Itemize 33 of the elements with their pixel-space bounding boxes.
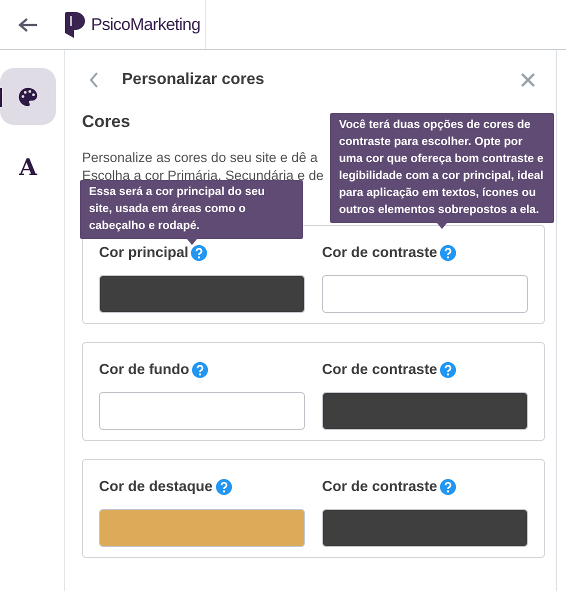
section-title: Cores (82, 112, 130, 132)
color-swatch[interactable] (322, 392, 528, 430)
help-icon[interactable] (440, 479, 456, 495)
color-swatch[interactable] (322, 275, 528, 313)
panel-title: Personalizar cores (122, 71, 264, 89)
field-label: Cor de contraste (322, 245, 438, 261)
typography-button[interactable]: A (0, 139, 56, 196)
logo-icon (65, 12, 85, 38)
description-text: Personalize as cores do seu site e dê a (82, 149, 318, 167)
help-icon[interactable] (191, 245, 208, 261)
help-icon[interactable] (216, 479, 232, 495)
field-label: Cor de destaque (99, 479, 213, 495)
back-arrow-icon[interactable] (18, 16, 38, 32)
field-label: Cor principal (99, 245, 188, 261)
palette-button[interactable] (0, 68, 56, 125)
back-chevron-icon[interactable] (89, 72, 99, 88)
help-icon[interactable] (440, 362, 456, 378)
palette-icon (17, 86, 39, 108)
color-swatch[interactable] (99, 509, 305, 547)
field-label: Cor de contraste (322, 362, 438, 378)
field-label: Cor de fundo (99, 362, 190, 378)
brand-name: PsicoMarketing (91, 14, 200, 34)
help-icon[interactable] (440, 245, 456, 261)
tooltip-pointer-icon (437, 223, 447, 229)
color-swatch[interactable] (99, 275, 305, 313)
color-swatch[interactable] (322, 509, 528, 547)
help-icon[interactable] (192, 362, 208, 378)
tooltip: Essa será a cor principal do seu site, usada em áreas como o cabeçalho e rodapé. (80, 180, 303, 239)
color-swatch[interactable] (99, 392, 305, 430)
tooltip: Você terá duas opções de cores de contraste para escolher. Opte por uma cor que ofereça bom contraste e legibilidade com a cor principal, ideal para aplicação em textos, ícones ou outros elementos sobrepostos a ela. (330, 113, 554, 223)
field-label: Cor de contraste (322, 479, 438, 495)
close-icon[interactable] (520, 72, 536, 88)
tooltip-pointer-icon (186, 239, 196, 245)
